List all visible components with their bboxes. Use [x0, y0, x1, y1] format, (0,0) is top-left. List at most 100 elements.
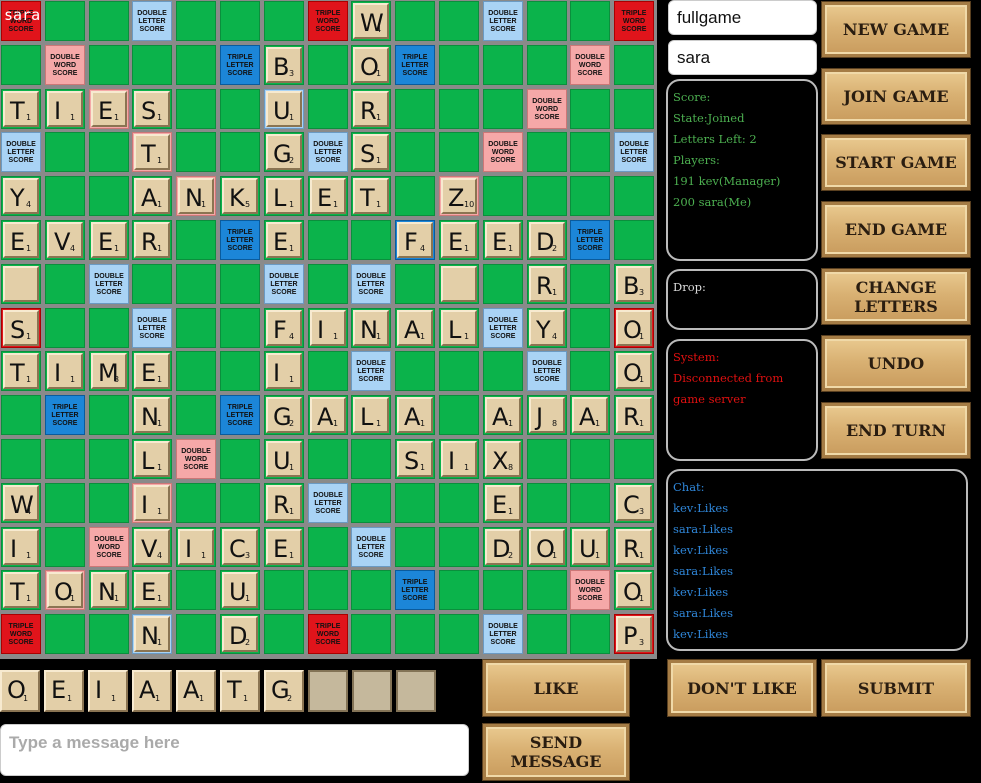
board-cell[interactable]: E1: [132, 570, 172, 610]
board-cell[interactable]: [527, 1, 567, 41]
board-cell[interactable]: [45, 483, 85, 523]
board-cell[interactable]: [439, 351, 479, 391]
board-cell[interactable]: [570, 351, 610, 391]
placed-tile[interactable]: O1: [616, 572, 652, 608]
placed-tile[interactable]: C3: [616, 485, 652, 521]
board-cell[interactable]: [176, 483, 216, 523]
board-cell-dl[interactable]: DOUBLE LETTER SCORE: [614, 132, 654, 172]
board-cell[interactable]: [89, 176, 129, 216]
placed-tile[interactable]: F4: [266, 310, 302, 346]
board-cell[interactable]: [45, 1, 85, 41]
board-cell-tl[interactable]: F4: [395, 220, 435, 260]
board-cell[interactable]: [527, 570, 567, 610]
placed-tile[interactable]: A1: [397, 397, 433, 433]
board-cell[interactable]: [439, 395, 479, 435]
drop-zone[interactable]: Drop:: [666, 269, 818, 330]
board-cell[interactable]: [527, 132, 567, 172]
placed-tile[interactable]: T1: [134, 134, 170, 170]
placed-tile[interactable]: L1: [353, 397, 389, 433]
placed-tile[interactable]: R1: [529, 266, 565, 302]
board-cell[interactable]: I1: [176, 527, 216, 567]
board-cell[interactable]: [308, 351, 348, 391]
board-cell[interactable]: I1: [45, 351, 85, 391]
placed-tile[interactable]: D2: [529, 222, 565, 258]
board-cell[interactable]: [483, 176, 523, 216]
board-cell[interactable]: E1: [483, 483, 523, 523]
board-cell[interactable]: [439, 89, 479, 129]
board-cell[interactable]: [45, 439, 85, 479]
board-cell[interactable]: [132, 45, 172, 85]
board-cell[interactable]: E1: [439, 220, 479, 260]
change-letters-button[interactable]: Change Letters: [822, 269, 970, 324]
board-cell-tw[interactable]: S1: [1, 308, 41, 348]
board-cell[interactable]: [351, 439, 391, 479]
board-cell-dl[interactable]: N1: [132, 614, 172, 654]
board-cell[interactable]: R1: [264, 483, 304, 523]
board-cell[interactable]: C3: [220, 527, 260, 567]
board-cell[interactable]: [89, 439, 129, 479]
end-turn-button[interactable]: End Turn: [822, 403, 970, 458]
board-cell[interactable]: [45, 527, 85, 567]
board-cell[interactable]: [308, 527, 348, 567]
board-cell[interactable]: E1: [132, 351, 172, 391]
placed-tile[interactable]: E1: [3, 222, 39, 258]
board-cell[interactable]: [570, 439, 610, 479]
board-cell[interactable]: [220, 132, 260, 172]
placed-tile[interactable]: J8: [529, 397, 565, 433]
join-game-button[interactable]: Join Game: [822, 69, 970, 124]
board-cell-dw[interactable]: DOUBLE WORD SCORE: [570, 570, 610, 610]
board-cell[interactable]: [264, 570, 304, 610]
board-cell[interactable]: [89, 308, 129, 348]
board-cell[interactable]: [176, 308, 216, 348]
board-cell[interactable]: [439, 483, 479, 523]
board-cell[interactable]: A1: [132, 176, 172, 216]
board-cell[interactable]: B3: [614, 264, 654, 304]
board-cell[interactable]: [89, 45, 129, 85]
board-cell[interactable]: [132, 264, 172, 304]
board-cell[interactable]: B3: [264, 45, 304, 85]
board-cell[interactable]: [220, 264, 260, 304]
board-cell[interactable]: V4: [132, 527, 172, 567]
board-cell-dw[interactable]: DOUBLE WORD SCORE: [483, 132, 523, 172]
placed-tile[interactable]: I1: [441, 441, 477, 477]
placed-tile[interactable]: K5: [222, 178, 258, 214]
board-cell[interactable]: [176, 570, 216, 610]
board-cell-dl[interactable]: DOUBLE LETTER SCORE: [351, 527, 391, 567]
board-cell[interactable]: G2: [264, 395, 304, 435]
board-cell[interactable]: [308, 264, 348, 304]
board-cell[interactable]: O1: [614, 570, 654, 610]
board-cell[interactable]: [614, 89, 654, 129]
placed-tile[interactable]: O1: [353, 47, 389, 83]
rack-empty-slot[interactable]: [308, 670, 348, 712]
message-input[interactable]: [0, 724, 469, 776]
board-cell[interactable]: L1: [351, 395, 391, 435]
board-cell-tl[interactable]: TRIPLE LETTER SCORE: [395, 570, 435, 610]
board-cell[interactable]: R1: [614, 395, 654, 435]
board-cell[interactable]: U1: [570, 527, 610, 567]
rack-tile[interactable]: T1: [220, 670, 260, 712]
placed-tile[interactable]: N1: [353, 310, 389, 346]
board-cell[interactable]: R1: [614, 527, 654, 567]
board-cell[interactable]: O1: [527, 527, 567, 567]
placed-tile[interactable]: I1: [310, 310, 346, 346]
placed-tile[interactable]: S1: [353, 134, 389, 170]
board-cell[interactable]: J8: [527, 395, 567, 435]
board-cell[interactable]: [308, 45, 348, 85]
board-cell[interactable]: [527, 614, 567, 654]
board-cell[interactable]: [570, 1, 610, 41]
board-cell[interactable]: I1: [439, 439, 479, 479]
board-cell[interactable]: R1: [527, 264, 567, 304]
board-cell[interactable]: [395, 614, 435, 654]
board-cell[interactable]: [439, 264, 479, 304]
board-cell[interactable]: A1: [395, 308, 435, 348]
board-cell[interactable]: [570, 614, 610, 654]
board-cell[interactable]: S1: [132, 89, 172, 129]
placed-tile[interactable]: N1: [134, 616, 170, 652]
board-cell[interactable]: D2: [220, 614, 260, 654]
board-cell[interactable]: U1: [220, 570, 260, 610]
player-name-field[interactable]: [668, 40, 817, 75]
board-cell[interactable]: T1: [1, 351, 41, 391]
board-cell[interactable]: [176, 132, 216, 172]
board-cell[interactable]: [614, 439, 654, 479]
placed-tile[interactable]: R1: [134, 222, 170, 258]
